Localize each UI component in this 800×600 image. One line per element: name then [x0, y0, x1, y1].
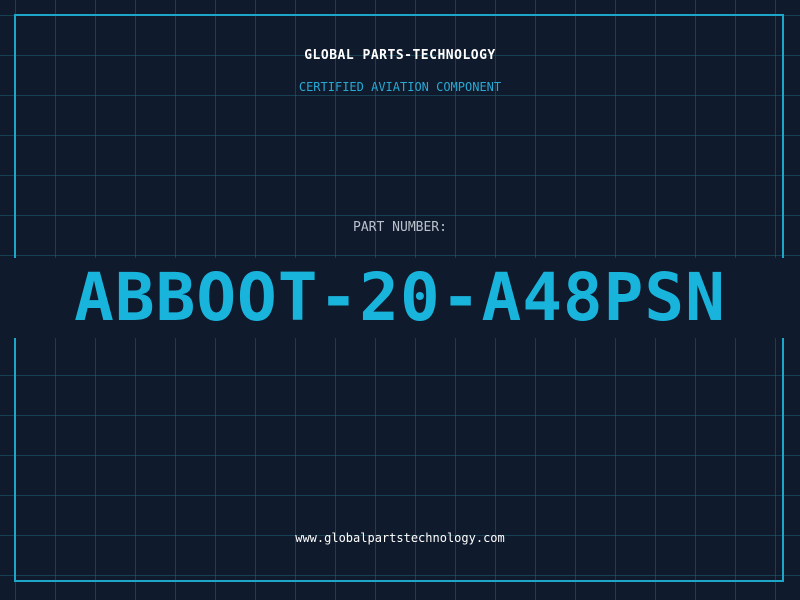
part-number-value: ABBOOT-20-A48PSN	[74, 259, 726, 336]
certificate-page: GLOBAL PARTS-TECHNOLOGY CERTIFIED AVIATI…	[0, 0, 800, 600]
company-name: GLOBAL PARTS-TECHNOLOGY	[304, 48, 496, 63]
certification-subtitle: CERTIFIED AVIATION COMPONENT	[298, 80, 502, 94]
part-number-label: PART NUMBER:	[353, 220, 447, 235]
website-url: www.globalpartstechnology.com	[295, 531, 505, 545]
